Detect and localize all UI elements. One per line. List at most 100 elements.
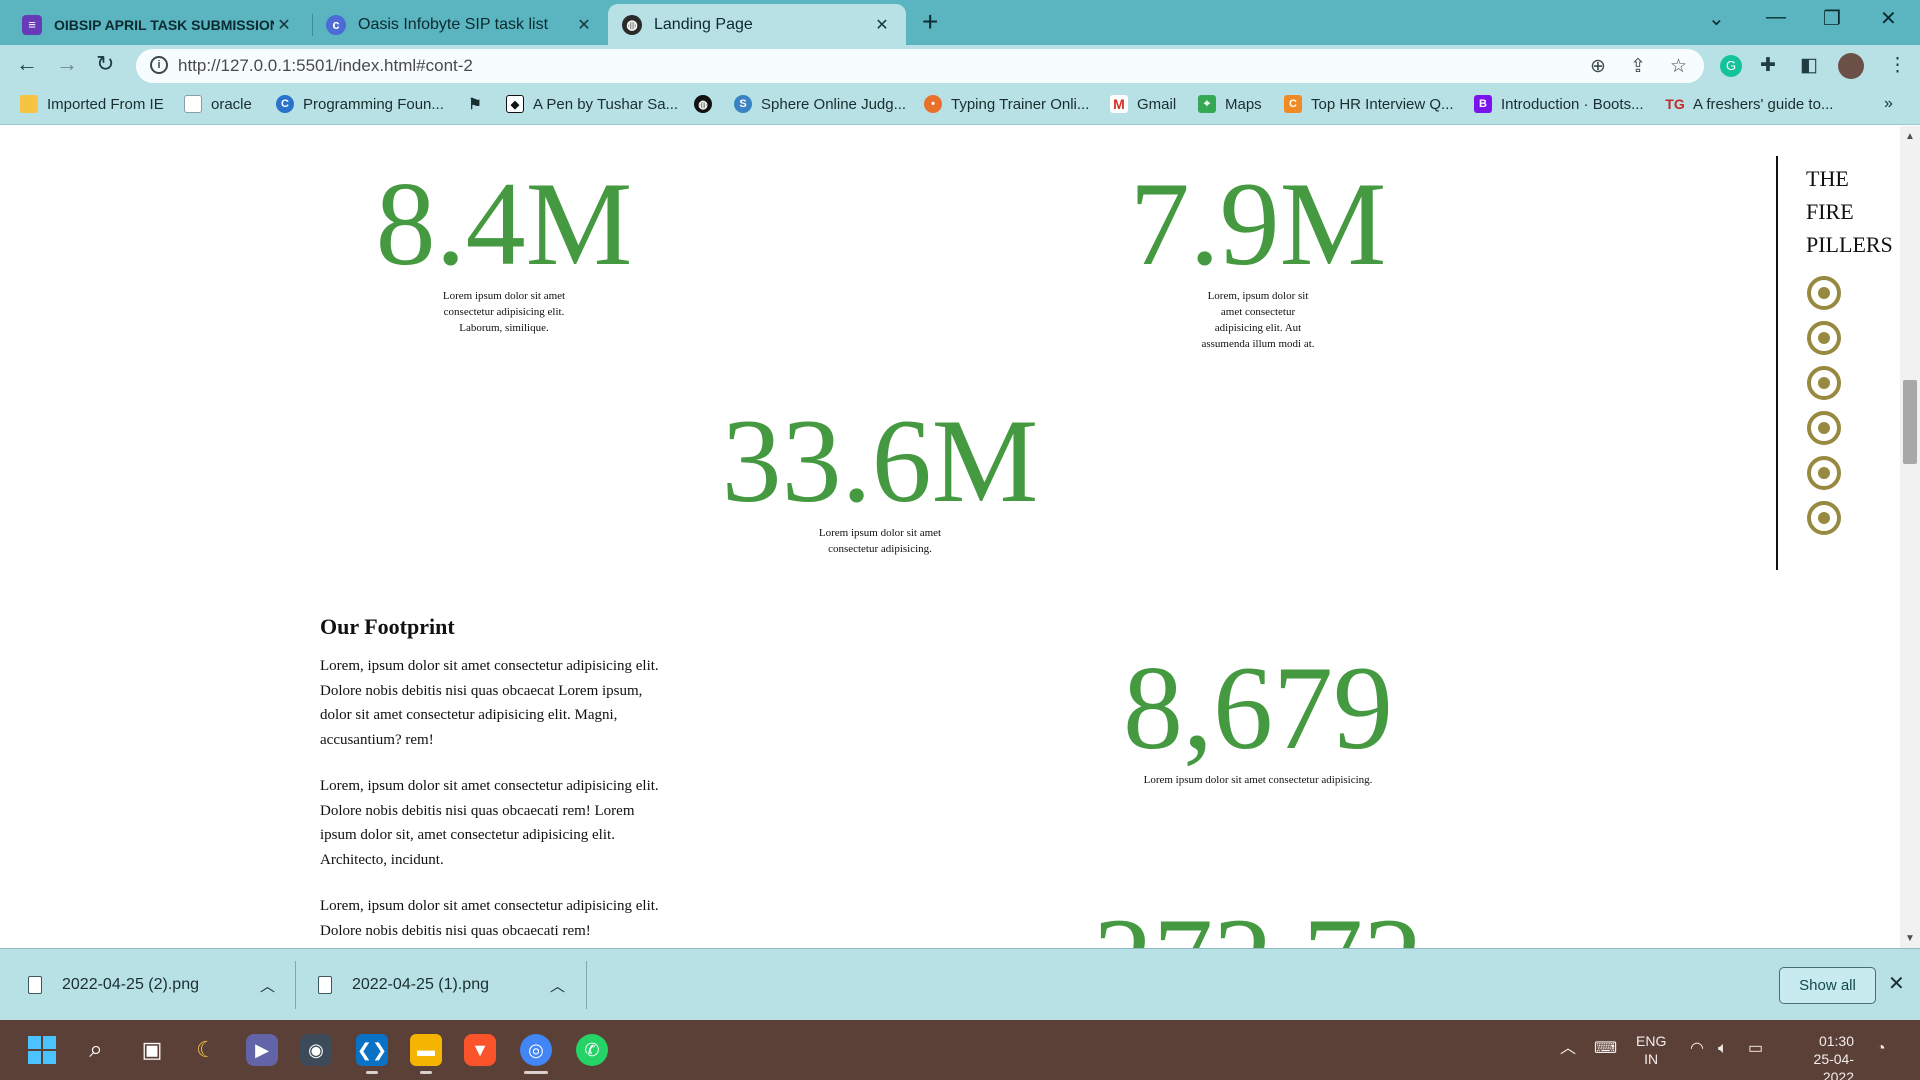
stat-caption: Lorem, ipsum dolor sit amet consectetur … xyxy=(1201,290,1315,350)
download-item[interactable]: 2022-04-25 (1).png ︿ xyxy=(318,949,578,1021)
bookmark-icon: ⚑ xyxy=(468,96,482,113)
back-button[interactable]: ← xyxy=(16,51,38,77)
bookmark-label: A Pen by Tushar Sa... xyxy=(533,95,679,113)
download-item[interactable]: 2022-04-25 (2).png ︿ xyxy=(28,949,288,1021)
bookmark-bootstrap[interactable]: B Introduction · Boots... xyxy=(1474,95,1644,113)
browser-toolbar: ← → ↻ i http://127.0.0.1:5501/index.html… xyxy=(0,45,1920,87)
bookmark-globe[interactable]: ◍ xyxy=(694,95,721,113)
scroll-up-icon[interactable]: ▲ xyxy=(1905,131,1915,142)
more-bookmarks-icon[interactable]: » xyxy=(1884,95,1893,113)
stat-block: 33.6M Lorem ipsum dolor sit amet consect… xyxy=(680,401,1080,557)
stat-block: 7.9M Lorem, ipsum dolor sit amet consect… xyxy=(1058,164,1458,352)
chevron-up-icon[interactable]: ︿ xyxy=(260,975,275,996)
stat-value: 7.9M xyxy=(1129,157,1387,290)
side-panel-icon[interactable]: ◧ xyxy=(1800,54,1818,77)
tab-title: Oasis Infobyte SIP task list xyxy=(358,15,549,33)
window-close-button[interactable]: ✕ xyxy=(1880,6,1897,31)
globe-icon: ◍ xyxy=(694,95,712,113)
stat-caption: Lorem ipsum dolor sit amet consectetur a… xyxy=(818,527,942,555)
scroll-down-icon[interactable]: ▼ xyxy=(1905,933,1915,944)
address-bar[interactable]: i http://127.0.0.1:5501/index.html#cont-… xyxy=(136,49,1704,83)
clock[interactable]: 01:30 25-04-2022 xyxy=(1784,1032,1854,1080)
menu-icon[interactable]: ⋮ xyxy=(1888,54,1907,77)
tab-oibsip[interactable]: ≡ OIBSIP APRIL TASK SUBMISSION ✕ xyxy=(8,4,308,45)
share-icon[interactable]: ⇪ xyxy=(1630,55,1646,78)
oasis-icon: c xyxy=(326,14,346,35)
task-view-icon[interactable]: ▣ xyxy=(136,1034,168,1066)
teams-icon[interactable]: ▶ xyxy=(246,1034,278,1066)
tab-oasis[interactable]: c Oasis Infobyte SIP task list ✕ xyxy=(312,4,608,45)
profile-avatar[interactable] xyxy=(1838,53,1864,79)
nav-dot-1[interactable] xyxy=(1807,276,1841,310)
chevron-up-icon[interactable]: ︿ xyxy=(550,975,565,996)
nav-dot-5[interactable] xyxy=(1807,456,1841,490)
close-icon[interactable]: ✕ xyxy=(574,15,594,35)
stat-block: 272,72 xyxy=(1008,900,1508,949)
new-tab-button[interactable]: + xyxy=(922,8,938,36)
footprint-heading: Our Footprint xyxy=(320,614,455,639)
maximize-button[interactable]: ❐ xyxy=(1823,6,1841,31)
bookmark-unnamed[interactable]: ⚑ xyxy=(466,95,493,113)
keyboard-icon[interactable]: ⌨ xyxy=(1594,1040,1617,1058)
globe-icon: ◍ xyxy=(622,14,642,35)
search-icon[interactable]: ⌕ xyxy=(80,1034,112,1066)
stat-caption: Lorem ipsum dolor sit amet consectetur a… xyxy=(442,290,566,334)
bookmark-label: A freshers' guide to... xyxy=(1693,95,1834,113)
bookmark-oracle[interactable]: oracle xyxy=(184,95,252,113)
forward-button[interactable]: → xyxy=(56,51,78,77)
stat-caption: Lorem ipsum dolor sit amet consectetur a… xyxy=(1143,774,1373,786)
camera-icon[interactable]: ◉ xyxy=(300,1034,332,1066)
bookmark-spoj[interactable]: S Sphere Online Judg... xyxy=(734,95,906,113)
browser-tab-strip: ≡ OIBSIP APRIL TASK SUBMISSION ✕ c Oasis… xyxy=(0,0,1920,45)
bookmark-freshers-guide[interactable]: TG A freshers' guide to... xyxy=(1665,95,1834,113)
url-text[interactable]: http://127.0.0.1:5501/index.html#cont-2 xyxy=(178,56,473,76)
page-scrollbar[interactable]: ▲ ▼ xyxy=(1900,126,1920,948)
bookmarks-bar: Imported From IE oracle C Programming Fo… xyxy=(0,87,1920,125)
download-separator xyxy=(586,961,587,1009)
start-icon[interactable] xyxy=(26,1034,58,1066)
bookmark-label: Top HR Interview Q... xyxy=(1311,95,1454,113)
widgets-icon[interactable]: ☾ xyxy=(190,1034,222,1066)
footprint-paragraph: Lorem, ipsum dolor sit amet consectetur … xyxy=(320,658,659,748)
reload-button[interactable]: ↻ xyxy=(96,51,114,77)
download-filename: 2022-04-25 (2).png xyxy=(62,976,199,993)
file-explorer-icon[interactable]: ▬ xyxy=(410,1034,442,1066)
tab-landing-page[interactable]: ◍ Landing Page ✕ xyxy=(608,4,906,45)
bookmark-imported-from-ie[interactable]: Imported From IE xyxy=(20,95,164,113)
battery-icon[interactable]: ▭ xyxy=(1748,1040,1763,1058)
bookmark-maps[interactable]: ⌖ Maps xyxy=(1198,95,1262,113)
brave-icon[interactable]: ▼ xyxy=(464,1034,496,1066)
minimize-button[interactable]: — xyxy=(1766,6,1786,29)
brand-title: THE FIRE PILLERS xyxy=(1806,166,1893,257)
tray-overflow-chevron-icon[interactable]: ︿ xyxy=(1560,1040,1576,1058)
close-shelf-icon[interactable]: ✕ xyxy=(1888,971,1905,996)
nav-dot-2[interactable] xyxy=(1807,321,1841,355)
close-icon[interactable]: ✕ xyxy=(274,15,294,35)
show-all-button[interactable]: Show all xyxy=(1779,967,1876,1004)
bookmark-programming-foundations[interactable]: C Programming Foun... xyxy=(276,95,444,113)
bookmark-gmail[interactable]: M Gmail xyxy=(1110,95,1176,113)
bookmark-star-icon[interactable]: ☆ xyxy=(1670,55,1687,78)
volume-icon[interactable]: 🔈︎ xyxy=(1718,1040,1728,1058)
bookmark-codepen[interactable]: ◆ A Pen by Tushar Sa... xyxy=(506,95,678,113)
nav-dot-3[interactable] xyxy=(1807,366,1841,400)
tab-search-chevron-icon[interactable]: ⌄ xyxy=(1708,6,1725,31)
bookmark-hr-interview[interactable]: C Top HR Interview Q... xyxy=(1284,95,1454,113)
bookmark-typing-trainer[interactable]: • Typing Trainer Onli... xyxy=(924,95,1089,113)
chrome-icon[interactable]: ◎ xyxy=(520,1034,552,1066)
zoom-icon[interactable]: ⊕ xyxy=(1590,55,1606,78)
wifi-icon[interactable]: ◠ xyxy=(1690,1040,1704,1058)
vscode-icon[interactable]: ❮❯ xyxy=(356,1034,388,1066)
extensions-icon[interactable]: ✚ xyxy=(1760,54,1776,77)
scrollbar-thumb[interactable] xyxy=(1903,380,1917,464)
notification-icon[interactable]: ◔ xyxy=(1876,1040,1886,1058)
grammarly-icon[interactable]: G xyxy=(1720,55,1742,77)
language-indicator[interactable]: ENG IN xyxy=(1636,1032,1666,1068)
nav-dot-4[interactable] xyxy=(1807,411,1841,445)
site-info-icon[interactable]: i xyxy=(150,56,168,74)
nav-dot-6[interactable] xyxy=(1807,501,1841,535)
close-icon[interactable]: ✕ xyxy=(872,15,892,35)
whatsapp-icon[interactable]: ✆ xyxy=(576,1034,608,1066)
stat-block: 8.4M Lorem ipsum dolor sit amet consecte… xyxy=(304,164,704,336)
bookmark-label: Programming Foun... xyxy=(303,95,444,113)
